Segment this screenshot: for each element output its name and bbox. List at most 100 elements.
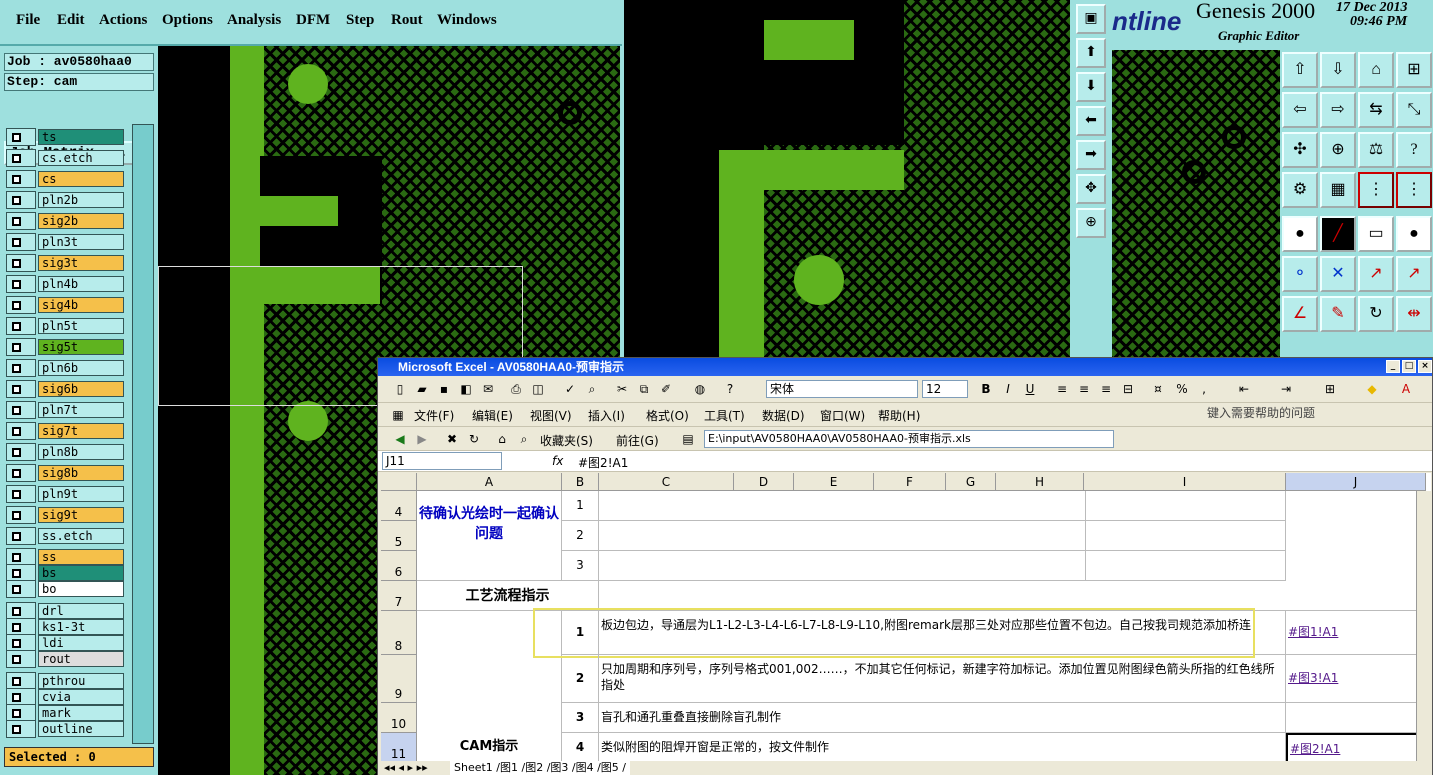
layer-name[interactable]: pln7t (38, 402, 124, 418)
layer-name[interactable]: mark (38, 705, 124, 721)
layer-checkbox[interactable] (6, 485, 36, 503)
cross-icon[interactable]: ✕ (1320, 256, 1356, 292)
cell-c5[interactable] (599, 521, 1086, 551)
col-header-e[interactable]: E (794, 473, 874, 491)
layer-row[interactable]: sig9t (6, 506, 126, 524)
help-icon[interactable]: ? (1396, 132, 1432, 168)
font-color-icon[interactable]: A (1398, 381, 1414, 397)
layer-row[interactable]: pln4b (6, 275, 126, 293)
cell-b6[interactable]: 3 (562, 551, 599, 581)
cell-c7[interactable] (599, 581, 1431, 611)
ratio-icon[interactable]: ⚖ (1358, 132, 1394, 168)
layer-row[interactable]: sig8b (6, 464, 126, 482)
close-icon[interactable]: × (1418, 360, 1432, 373)
pan-up-icon[interactable]: ⬆ (1076, 38, 1106, 68)
layer-name[interactable]: sig2b (38, 213, 124, 229)
corner-cell[interactable] (381, 473, 417, 491)
layer-name[interactable]: sig7t (38, 423, 124, 439)
pan-down-icon[interactable]: ⬇ (1076, 72, 1106, 102)
layer-row[interactable]: pln3t (6, 233, 126, 251)
save-icon[interactable]: ▪ (436, 381, 452, 397)
menu-format-cn[interactable]: 格式(O) (646, 407, 689, 424)
cell-b4[interactable]: 1 (562, 491, 599, 521)
back-icon[interactable]: ◀ (392, 431, 408, 447)
settings-icon[interactable]: ⚙ (1282, 172, 1318, 208)
snap-alt-icon[interactable]: ⋮ (1396, 172, 1432, 208)
layer-name[interactable]: pln3t (38, 234, 124, 250)
tab-nav-icon[interactable]: ◂◂ ◂ ▸ ▸▸ (384, 761, 428, 775)
menu-help-cn[interactable]: 帮助(H) (878, 407, 920, 424)
layer-checkbox[interactable] (6, 338, 36, 356)
maximize-icon[interactable]: □ (1402, 360, 1416, 373)
home-start-icon[interactable]: ⌂ (494, 431, 510, 447)
help-icon[interactable]: ? (722, 381, 738, 397)
layer-checkbox[interactable] (6, 527, 36, 545)
layer-name[interactable]: pln9t (38, 486, 124, 502)
layer-row[interactable]: ts (6, 128, 126, 146)
col-header-i[interactable]: I (1084, 473, 1286, 491)
layer-checkbox[interactable] (6, 401, 36, 419)
menu-view-cn[interactable]: 视图(V) (530, 407, 572, 424)
col-header-f[interactable]: F (874, 473, 946, 491)
cell-c10[interactable]: 盲孔和通孔重叠直接删除盲孔制作 (599, 703, 1286, 733)
swap-icon[interactable]: ⇆ (1358, 92, 1394, 128)
menu-tools-cn[interactable]: 工具(T) (704, 407, 745, 424)
open-icon[interactable]: ▰ (414, 381, 430, 397)
layer-name[interactable]: outline (38, 721, 124, 737)
graphic-view-zoom[interactable] (624, 0, 1070, 360)
hyperlink[interactable]: #图1!A1 (1288, 625, 1338, 639)
layer-row[interactable]: sig4b (6, 296, 126, 314)
menu-windows[interactable]: Windows (437, 12, 497, 29)
arrow-right-icon[interactable]: ⇨ (1320, 92, 1356, 128)
sheet-tab-list[interactable]: Sheet1 /图1 /图2 /图3 /图4 /图5 / (450, 761, 631, 775)
pan-right-icon[interactable]: ➡ (1076, 140, 1106, 170)
home-up-icon[interactable]: ⇧ (1282, 52, 1318, 88)
layer-checkbox[interactable] (6, 359, 36, 377)
center-icon[interactable]: ⊕ (1320, 132, 1356, 168)
layer-checkbox[interactable] (6, 317, 36, 335)
ruler-icon[interactable]: ▭ (1358, 216, 1394, 252)
line-tool-icon[interactable]: ╱ (1320, 216, 1356, 252)
layer-name[interactable]: sig6b (38, 381, 124, 397)
size-select[interactable]: 12 (922, 380, 968, 398)
zoom-center-icon[interactable]: ⊕ (1076, 208, 1106, 238)
menu-edit[interactable]: Edit (57, 12, 85, 29)
layer-name[interactable]: pln6b (38, 360, 124, 376)
process-flow-cell[interactable]: 工艺流程指示 (417, 581, 599, 611)
layer-name[interactable]: pln4b (38, 276, 124, 292)
align-left-icon[interactable]: ≡ (1054, 381, 1070, 397)
layer-checkbox[interactable] (6, 170, 36, 188)
menu-insert-cn[interactable]: 插入(I) (588, 407, 625, 424)
menu-dfm[interactable]: DFM (296, 12, 330, 29)
favorites-menu[interactable]: 收藏夹(S) (540, 432, 593, 449)
hyperlink-icon[interactable]: ◍ (692, 381, 708, 397)
layer-scrollbar[interactable] (132, 124, 154, 744)
graphic-view-side[interactable] (1112, 50, 1280, 360)
layer-checkbox[interactable] (6, 380, 36, 398)
bold-icon[interactable]: B (978, 381, 994, 397)
layer-row[interactable]: cs.etch (6, 149, 126, 167)
pan-left-icon[interactable]: ⬅ (1076, 106, 1106, 136)
zoom-fit-icon[interactable]: ✥ (1076, 174, 1106, 204)
col-header-j[interactable]: J (1286, 473, 1426, 491)
show-web-icon[interactable]: ▤ (680, 431, 696, 447)
layer-row[interactable]: sig3t (6, 254, 126, 272)
copy-icon[interactable]: ⧉ (636, 381, 652, 397)
cell-i5[interactable] (1086, 521, 1286, 551)
research-icon[interactable]: ⌕ (584, 381, 600, 397)
layer-row[interactable]: pln2b (6, 191, 126, 209)
search-icon[interactable]: ⌕ (516, 431, 532, 447)
row-header[interactable]: 8 (381, 611, 417, 655)
layer-row[interactable]: bo (6, 580, 126, 598)
col-header-a[interactable]: A (417, 473, 562, 491)
vertical-scrollbar[interactable] (1416, 491, 1431, 763)
cell-j10[interactable] (1286, 703, 1431, 733)
col-header-b[interactable]: B (562, 473, 599, 491)
pending-issues-cell[interactable]: 待确认光绘时一起确认问题 (417, 491, 562, 581)
email-icon[interactable]: ✉ (480, 381, 496, 397)
col-header-g[interactable]: G (946, 473, 996, 491)
align-right-icon[interactable]: ≡ (1098, 381, 1114, 397)
connect-icon[interactable]: ⚬ (1282, 256, 1318, 292)
layer-name[interactable]: pln2b (38, 192, 124, 208)
pen-icon[interactable]: ✎ (1320, 296, 1356, 332)
